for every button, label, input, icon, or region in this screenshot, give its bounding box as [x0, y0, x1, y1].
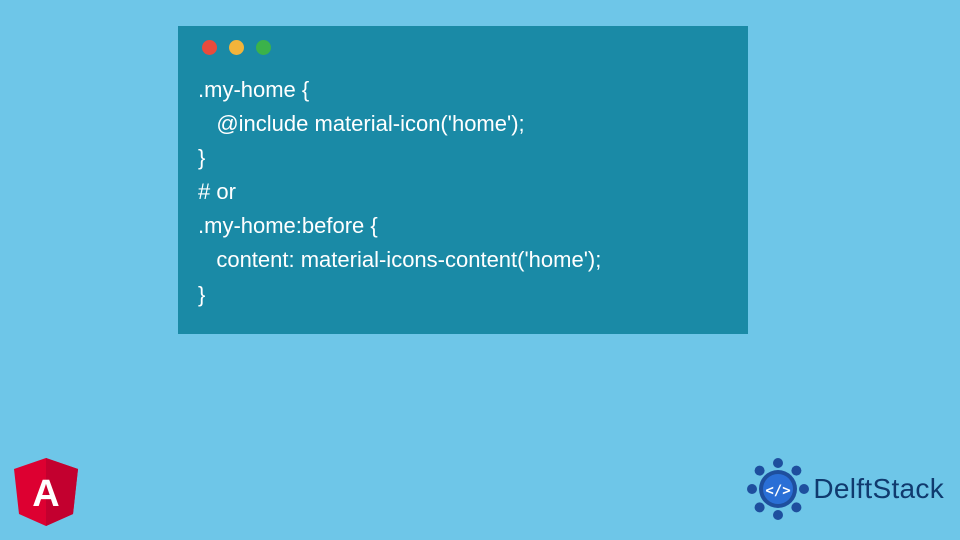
window-titlebar	[198, 40, 728, 55]
maximize-icon[interactable]	[256, 40, 271, 55]
code-line: # or	[198, 179, 236, 204]
svg-text:A: A	[32, 473, 59, 515]
code-block: .my-home { @include material-icon('home'…	[198, 73, 728, 312]
minimize-icon[interactable]	[229, 40, 244, 55]
code-window: .my-home { @include material-icon('home'…	[178, 26, 748, 334]
delftstack-label: DelftStack	[813, 473, 944, 505]
code-line: }	[198, 145, 205, 170]
code-line: }	[198, 282, 205, 307]
code-line: @include material-icon('home');	[198, 111, 525, 136]
close-icon[interactable]	[202, 40, 217, 55]
code-line: .my-home:before {	[198, 213, 378, 238]
svg-text:</>: </>	[766, 483, 791, 499]
code-line: .my-home {	[198, 77, 309, 102]
angular-logo-icon: A	[14, 458, 78, 526]
code-line: content: material-icons-content('home');	[198, 247, 601, 272]
delftstack-brand: </> DelftStack	[745, 456, 944, 522]
delftstack-badge-icon: </>	[745, 456, 811, 522]
